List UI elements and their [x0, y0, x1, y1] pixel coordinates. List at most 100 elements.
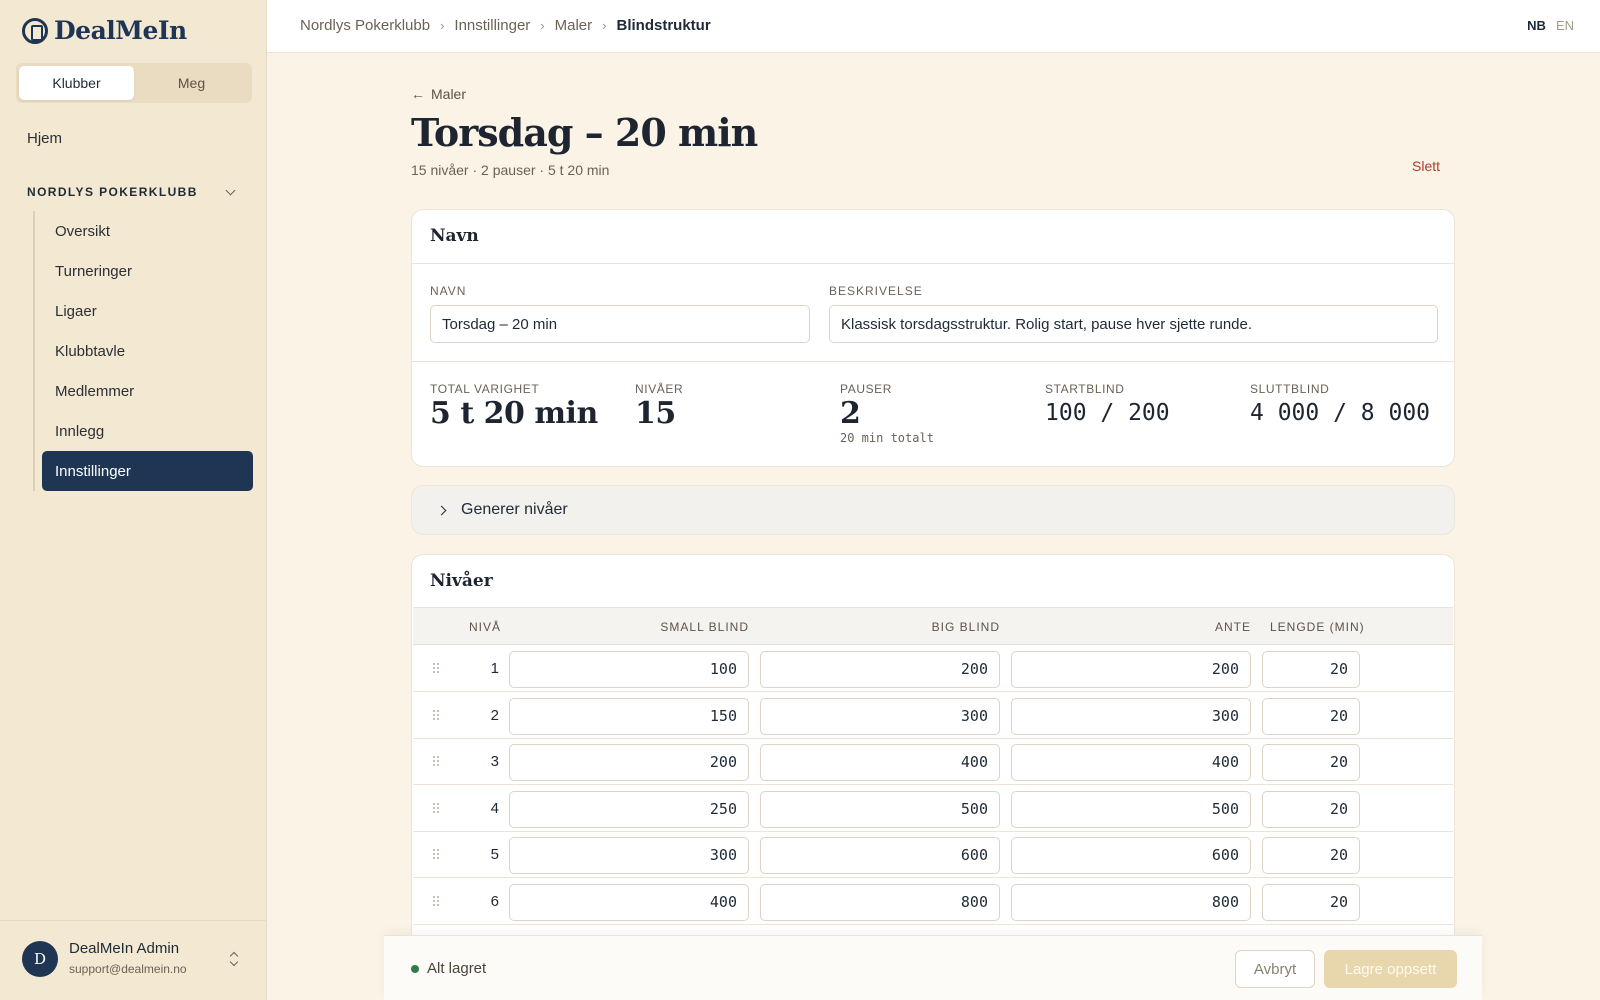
ante-input[interactable]: 300: [1011, 697, 1251, 735]
big-blind-input[interactable]: 500: [760, 790, 1000, 828]
header-level: NIVÅ: [469, 620, 502, 634]
segment-clubs[interactable]: Klubber: [19, 66, 134, 100]
sidebar: DealMeIn Klubber Meg Hjem NORDLYS POKERK…: [0, 0, 267, 1000]
big-blind-input[interactable]: 800: [760, 884, 1000, 921]
name-card-title: Navn: [430, 226, 479, 246]
small-blind-input[interactable]: 250: [509, 790, 749, 828]
poker-chip-icon: [22, 17, 48, 44]
chevron-right-icon: [436, 505, 447, 515]
generate-levels-label: Generer nivåer: [461, 501, 568, 518]
stat-total-value: 5 t 20 min: [430, 396, 598, 431]
stat-start-blind: STARTBLIND 100 / 200: [1045, 382, 1170, 426]
drag-handle-icon[interactable]: [433, 802, 441, 815]
sidebar-item-settings[interactable]: Innstillinger: [42, 451, 253, 491]
page-subtitle: 15 nivåer · 2 pauser · 5 t 20 min: [411, 162, 610, 178]
back-link[interactable]: ← Maler: [411, 86, 466, 102]
length-input[interactable]: 20: [1262, 790, 1360, 828]
breadcrumb: Nordlys Pokerklubb › Innstillinger › Mal…: [300, 17, 711, 34]
chevron-right-icon: ›: [440, 18, 445, 33]
stat-start-value: 100 / 200: [1045, 400, 1170, 426]
stat-levels-value: 15: [635, 396, 676, 431]
small-blind-input[interactable]: 100: [509, 651, 749, 688]
length-input[interactable]: 20: [1262, 697, 1360, 735]
stat-total: TOTAL VARIGHET 5 t 20 min: [430, 382, 598, 431]
avatar: D: [22, 941, 58, 977]
logo[interactable]: DealMeIn: [22, 16, 187, 45]
user-name: DealMeIn Admin: [69, 940, 180, 957]
name-input[interactable]: Torsdag – 20 min: [430, 305, 810, 343]
length-input[interactable]: 20: [1262, 651, 1360, 688]
language-en[interactable]: EN: [1556, 18, 1574, 33]
length-input[interactable]: 20: [1262, 837, 1360, 875]
header-ante: ANTE: [1214, 620, 1251, 634]
sidebar-item-leagues[interactable]: Ligaer: [42, 291, 253, 331]
big-blind-input[interactable]: 600: [760, 837, 1000, 875]
sidebar-item-clubboard[interactable]: Klubbtavle: [42, 331, 253, 371]
segment-me[interactable]: Meg: [134, 66, 249, 100]
sidebar-item-members[interactable]: Medlemmer: [42, 371, 253, 411]
drag-handle-icon[interactable]: [433, 663, 441, 675]
table-row: 2 150 300 300 20: [413, 692, 1453, 739]
length-input[interactable]: 20: [1262, 884, 1360, 921]
breadcrumb-settings[interactable]: Innstillinger: [454, 17, 530, 34]
name-label: NAVN: [430, 284, 467, 298]
header-big-blind: BIG BLIND: [931, 620, 1000, 634]
small-blind-input[interactable]: 300: [509, 837, 749, 875]
big-blind-input[interactable]: 400: [760, 744, 1000, 782]
level-number: 2: [490, 706, 499, 724]
table-row: 1 100 200 200 20: [413, 646, 1453, 692]
status-dot-icon: [411, 964, 419, 973]
ante-input[interactable]: 400: [1011, 744, 1251, 782]
stat-breaks-value: 2: [840, 396, 861, 431]
drag-handle-icon[interactable]: [433, 849, 441, 861]
length-input[interactable]: 20: [1262, 744, 1360, 782]
sidebar-item-overview[interactable]: Oversikt: [42, 211, 253, 251]
back-link-label: Maler: [431, 86, 467, 102]
sidebar-item-posts[interactable]: Innlegg: [42, 411, 253, 451]
page-title: Torsdag – 20 min: [411, 110, 758, 155]
table-row: 6 400 800 800 20: [413, 879, 1453, 925]
big-blind-input[interactable]: 200: [760, 651, 1000, 688]
generate-levels-toggle[interactable]: Generer nivåer: [411, 485, 1455, 535]
stat-levels: NIVÅER 15: [635, 382, 683, 431]
small-blind-input[interactable]: 400: [509, 884, 749, 921]
language-switcher: NB EN: [1527, 18, 1574, 33]
levels-card-title: Nivåer: [430, 571, 493, 591]
chevron-right-icon: ›: [602, 18, 607, 33]
description-input[interactable]: Klassisk torsdagsstruktur. Rolig start, …: [829, 305, 1438, 343]
ante-input[interactable]: 800: [1011, 884, 1251, 921]
big-blind-input[interactable]: 300: [760, 697, 1000, 735]
stat-breaks-label: PAUSER: [840, 382, 893, 396]
chevron-right-icon: ›: [540, 18, 545, 33]
sidebar-item-tournaments[interactable]: Turneringer: [42, 251, 253, 291]
description-label: BESKRIVELSE: [829, 284, 923, 298]
level-number: 6: [490, 893, 499, 910]
ante-input[interactable]: 500: [1011, 790, 1251, 828]
cancel-button[interactable]: Avbryt: [1235, 950, 1315, 988]
small-blind-input[interactable]: 200: [509, 744, 749, 782]
topbar: Nordlys Pokerklubb › Innstillinger › Mal…: [267, 0, 1600, 53]
save-button[interactable]: Lagre oppsett: [1324, 950, 1457, 988]
small-blind-input[interactable]: 150: [509, 697, 749, 735]
table-row: 5 300 600 600 20: [413, 832, 1453, 879]
drag-handle-icon[interactable]: [433, 896, 441, 908]
language-nb[interactable]: NB: [1527, 18, 1546, 33]
name-card: Navn NAVN Torsdag – 20 min BESKRIVELSE K…: [411, 209, 1455, 467]
stat-end-value: 4 000 / 8 000: [1250, 400, 1431, 426]
header-length: LENGDE (MIN): [1270, 620, 1365, 634]
stat-end-label: SLUTTBLIND: [1250, 382, 1330, 396]
delete-button[interactable]: Slett: [1412, 158, 1440, 174]
nav-home[interactable]: Hjem: [27, 130, 62, 147]
ante-input[interactable]: 200: [1011, 651, 1251, 688]
user-menu[interactable]: D DealMeIn Admin support@dealmein.no: [0, 920, 267, 1000]
divider: [412, 263, 1454, 264]
breadcrumb-templates[interactable]: Maler: [555, 17, 593, 34]
user-email: support@dealmein.no: [69, 962, 187, 976]
scope-switcher: Klubber Meg: [16, 63, 252, 103]
breadcrumb-club[interactable]: Nordlys Pokerklubb: [300, 17, 430, 34]
club-section-toggle[interactable]: NORDLYS POKERKLUBB: [27, 185, 240, 199]
ante-input[interactable]: 600: [1011, 837, 1251, 875]
level-number: 5: [490, 846, 499, 864]
drag-handle-icon[interactable]: [433, 756, 441, 768]
drag-handle-icon[interactable]: [433, 709, 441, 722]
